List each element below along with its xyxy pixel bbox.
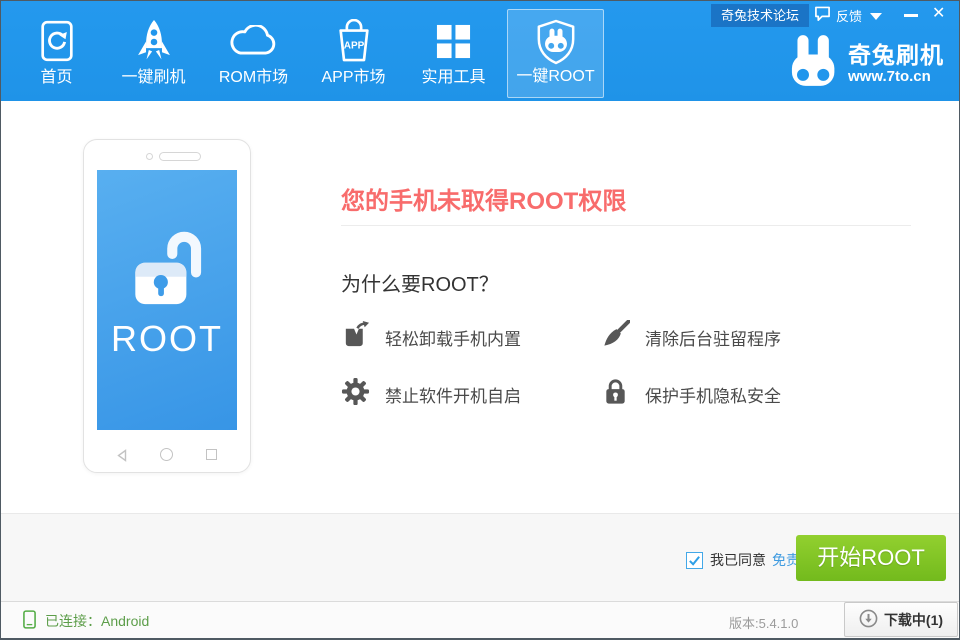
gear-icon	[341, 377, 370, 411]
start-root-button[interactable]: 开始ROOT	[796, 535, 946, 581]
status-bar: 已连接：Android 版本:5.4.1.0 下载中(1)	[1, 601, 959, 638]
feature-label: 禁止软件开机自启	[385, 382, 521, 407]
feature-uninstall: 轻松卸载手机内置	[341, 321, 521, 353]
speech-bubble-icon	[814, 6, 831, 25]
cloud-icon	[205, 15, 302, 67]
download-circle-icon	[859, 609, 878, 631]
app-bag-icon: APP	[305, 15, 402, 67]
page-title: 您的手机未取得ROOT权限	[341, 181, 626, 216]
action-bar: 我已同意 免责声明 开始ROOT	[1, 513, 959, 601]
brand-url: www.7to.cn	[848, 68, 944, 86]
android-back-icon	[116, 449, 128, 467]
feature-label: 轻松卸载手机内置	[385, 325, 521, 350]
phone-camera-dot	[146, 153, 153, 160]
checkmark-icon	[688, 554, 701, 567]
phone-illustration: ROOT	[83, 139, 251, 473]
nav-item-app-market[interactable]: APP APP市场	[305, 9, 402, 98]
feature-autostart: 禁止软件开机自启	[341, 378, 521, 410]
phone-nav-bar	[84, 445, 250, 465]
feature-label: 保护手机隐私安全	[645, 382, 781, 407]
android-home-icon	[160, 448, 173, 461]
version-label: 版本:5.4.1.0	[729, 613, 798, 632]
privacy-lock-icon	[601, 377, 630, 411]
nav-item-one-key-root[interactable]: 一键ROOT	[507, 9, 604, 98]
title-divider	[341, 225, 911, 226]
svg-text:APP: APP	[343, 41, 364, 52]
nav-item-tools[interactable]: 实用工具	[405, 9, 502, 98]
close-button[interactable]: ✕	[932, 3, 945, 23]
phone-speaker-bar	[159, 152, 201, 161]
app-window: 首页 一键刷机 ROM市场	[0, 0, 960, 640]
why-root-heading: 为什么要ROOT？	[341, 268, 499, 297]
download-manager-button[interactable]: 下载中(1)	[844, 602, 958, 637]
phone-screen: ROOT	[97, 170, 237, 430]
nav-item-flash[interactable]: 一键刷机	[105, 9, 202, 98]
feature-privacy: 保护手机隐私安全	[601, 378, 781, 410]
feedback-label: 反馈	[836, 6, 862, 25]
tools-grid-icon	[405, 15, 502, 67]
agree-checkbox[interactable]	[686, 552, 703, 569]
green-phone-icon	[23, 610, 36, 632]
feature-clean: 清除后台驻留程序	[601, 321, 781, 353]
phone-screen-root-label: ROOT	[97, 318, 237, 360]
feature-label: 清除后台驻留程序	[645, 325, 781, 350]
agree-label: 我已同意	[710, 550, 766, 570]
home-phone-refresh-icon	[8, 15, 105, 67]
main-content: ROOT 您的手机未取得ROOT权限 为什么要ROOT？	[1, 101, 959, 513]
shield-rabbit-icon	[508, 16, 603, 68]
brand-logo: 奇兔刷机 www.7to.cn	[791, 34, 944, 93]
uninstall-icon	[341, 320, 370, 354]
android-recents-icon	[206, 449, 217, 460]
menu-dropdown-icon[interactable]	[870, 13, 882, 20]
forum-badge[interactable]: 奇兔技术论坛	[711, 4, 809, 27]
rabbit-logo-icon	[791, 34, 839, 93]
nav-item-rom-market[interactable]: ROM市场	[205, 9, 302, 98]
rocket-icon	[105, 15, 202, 67]
nav-item-home[interactable]: 首页	[8, 9, 105, 98]
connection-status: 已连接：Android	[23, 610, 149, 632]
header-bar: 首页 一键刷机 ROM市场	[1, 1, 959, 101]
clean-brush-icon	[601, 320, 630, 354]
brand-name: 奇兔刷机	[848, 42, 944, 68]
unlocked-padlock-icon	[123, 222, 211, 314]
feedback-button[interactable]: 反馈	[814, 4, 862, 27]
minimize-button[interactable]	[904, 14, 918, 17]
download-label: 下载中(1)	[884, 610, 943, 630]
connection-label: 已连接：Android	[45, 611, 149, 631]
